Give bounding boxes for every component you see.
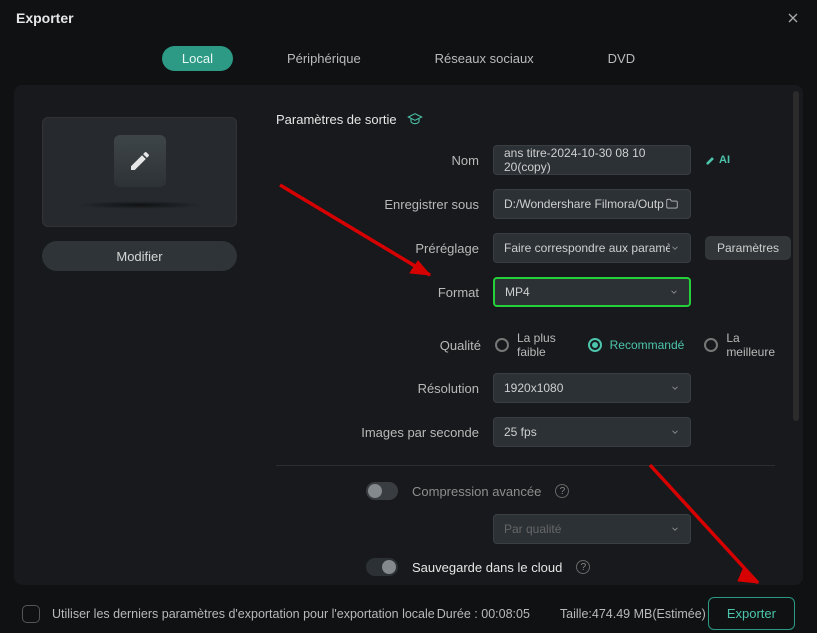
tab-dvd[interactable]: DVD <box>588 46 655 71</box>
row-preset: Préréglage Faire correspondre aux paramè… <box>276 233 775 263</box>
compression-toggle[interactable] <box>366 482 398 500</box>
section-header: Paramètres de sortie <box>276 111 775 127</box>
row-cloud: Sauvegarde dans le cloud ? <box>276 558 775 576</box>
right-column: Paramètres de sortie Nom ans titre-2024-… <box>276 107 775 565</box>
name-input[interactable]: ans titre-2024-10-30 08 10 20(copy) <box>493 145 691 175</box>
scrollbar[interactable] <box>793 91 799 421</box>
size-info: Taille:474.49 MB(Estimée) <box>560 607 706 621</box>
chevron-down-icon <box>670 383 680 393</box>
label-quality: Qualité <box>276 338 481 353</box>
label-save-to: Enregistrer sous <box>276 197 479 212</box>
label-name: Nom <box>276 153 479 168</box>
help-icon[interactable]: ? <box>576 560 590 574</box>
left-column: Modifier <box>42 107 252 565</box>
chevron-down-icon <box>670 427 680 437</box>
window-title: Exporter <box>16 10 74 26</box>
row-save-to: Enregistrer sous D:/Wondershare Filmora/… <box>276 189 775 219</box>
settings-panel: Modifier Paramètres de sortie Nom ans ti… <box>14 85 803 585</box>
tab-social[interactable]: Réseaux sociaux <box>415 46 554 71</box>
graduation-cap-icon[interactable] <box>407 111 423 127</box>
tab-local[interactable]: Local <box>162 46 233 71</box>
row-by-quality: Par qualité <box>276 514 775 544</box>
preview-thumbnail <box>42 117 237 227</box>
titlebar: Exporter <box>0 0 817 36</box>
remember-label: Utiliser les derniers paramètres d'expor… <box>52 607 435 621</box>
quality-low[interactable]: La plus faible <box>495 331 568 359</box>
label-preset: Préréglage <box>276 241 479 256</box>
footer-bar: Utiliser les derniers paramètres d'expor… <box>0 585 817 630</box>
folder-icon[interactable] <box>664 197 680 211</box>
resolution-select[interactable]: 1920x1080 <box>493 373 691 403</box>
duration-info: Durée : 00:08:05 <box>437 607 530 621</box>
row-quality: Qualité La plus faible Recommandé La mei… <box>276 331 775 359</box>
quality-high[interactable]: La meilleure <box>704 331 775 359</box>
chevron-down-icon <box>670 524 680 534</box>
tab-device[interactable]: Périphérique <box>267 46 381 71</box>
divider <box>276 465 775 466</box>
close-icon[interactable] <box>785 10 801 26</box>
row-name: Nom ans titre-2024-10-30 08 10 20(copy) … <box>276 145 775 175</box>
shelf-shadow <box>75 201 205 209</box>
quality-recommended[interactable]: Recommandé <box>588 338 685 352</box>
label-compression: Compression avancée <box>412 484 541 499</box>
params-button[interactable]: Paramètres <box>705 236 791 260</box>
modify-button[interactable]: Modifier <box>42 241 237 271</box>
row-fps: Images par seconde 25 fps <box>276 417 775 447</box>
label-format: Format <box>276 285 479 300</box>
category-tabs: Local Périphérique Réseaux sociaux DVD <box>0 36 817 85</box>
ai-button[interactable]: AI <box>705 154 730 166</box>
chevron-down-icon <box>669 287 679 297</box>
chevron-down-icon <box>670 243 680 253</box>
section-title: Paramètres de sortie <box>276 112 397 127</box>
label-fps: Images par seconde <box>276 425 479 440</box>
format-select[interactable]: MP4 <box>493 277 691 307</box>
preset-select[interactable]: Faire correspondre aux paramètres <box>493 233 691 263</box>
export-button[interactable]: Exporter <box>708 597 795 630</box>
fps-select[interactable]: 25 fps <box>493 417 691 447</box>
label-cloud: Sauvegarde dans le cloud <box>412 560 562 575</box>
pencil-icon <box>114 135 166 187</box>
row-format: Format MP4 <box>276 277 775 307</box>
cloud-toggle[interactable] <box>366 558 398 576</box>
by-quality-select: Par qualité <box>493 514 691 544</box>
remember-checkbox[interactable] <box>22 605 40 623</box>
label-resolution: Résolution <box>276 381 479 396</box>
help-icon[interactable]: ? <box>555 484 569 498</box>
row-compression: Compression avancée ? <box>276 482 775 500</box>
save-to-input[interactable]: D:/Wondershare Filmora/Outp <box>493 189 691 219</box>
row-resolution: Résolution 1920x1080 <box>276 373 775 403</box>
